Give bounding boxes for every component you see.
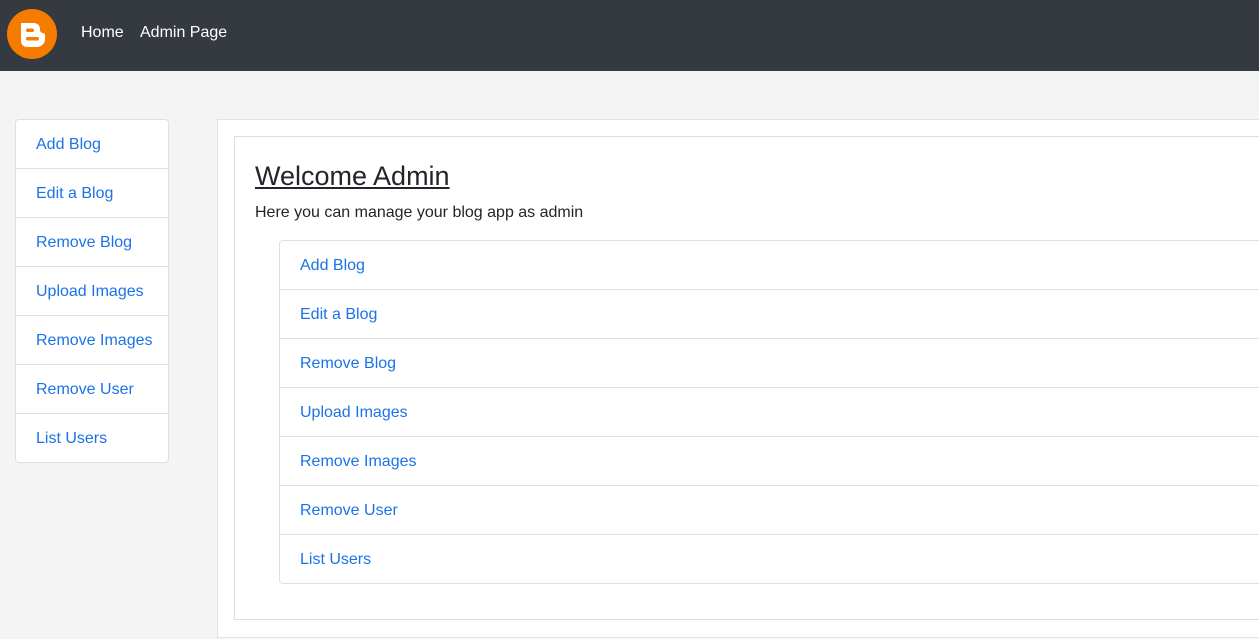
sidebar-item-add-blog[interactable]: Add Blog	[16, 120, 168, 169]
main-panel: Welcome Admin Here you can manage your b…	[217, 119, 1259, 638]
action-item-remove-images[interactable]: Remove Images	[280, 437, 1259, 486]
sidebar-item-remove-blog[interactable]: Remove Blog	[16, 218, 168, 267]
action-item-list-users[interactable]: List Users	[280, 535, 1259, 583]
blogger-logo-icon[interactable]	[7, 9, 57, 59]
sidebar-item-edit-blog[interactable]: Edit a Blog	[16, 169, 168, 218]
main-card: Welcome Admin Here you can manage your b…	[234, 136, 1259, 620]
action-item-remove-user[interactable]: Remove User	[280, 486, 1259, 535]
sidebar-item-remove-images[interactable]: Remove Images	[16, 316, 168, 365]
page-title: Welcome Admin	[255, 161, 450, 191]
nav-link-admin-page[interactable]: Admin Page	[140, 23, 227, 43]
sidebar-item-list-users[interactable]: List Users	[16, 414, 168, 462]
sidebar-menu: Add Blog Edit a Blog Remove Blog Upload …	[15, 119, 169, 463]
nav-link-home[interactable]: Home	[81, 23, 124, 43]
action-item-edit-blog[interactable]: Edit a Blog	[280, 290, 1259, 339]
action-item-add-blog[interactable]: Add Blog	[280, 241, 1259, 290]
page-subtitle: Here you can manage your blog app as adm…	[255, 204, 584, 221]
action-item-upload-images[interactable]: Upload Images	[280, 388, 1259, 437]
action-item-remove-blog[interactable]: Remove Blog	[280, 339, 1259, 388]
sidebar-item-remove-user[interactable]: Remove User	[16, 365, 168, 414]
admin-action-list: Add Blog Edit a Blog Remove Blog Upload …	[279, 240, 1259, 584]
top-navbar: Home Admin Page	[0, 0, 1259, 71]
sidebar-item-upload-images[interactable]: Upload Images	[16, 267, 168, 316]
